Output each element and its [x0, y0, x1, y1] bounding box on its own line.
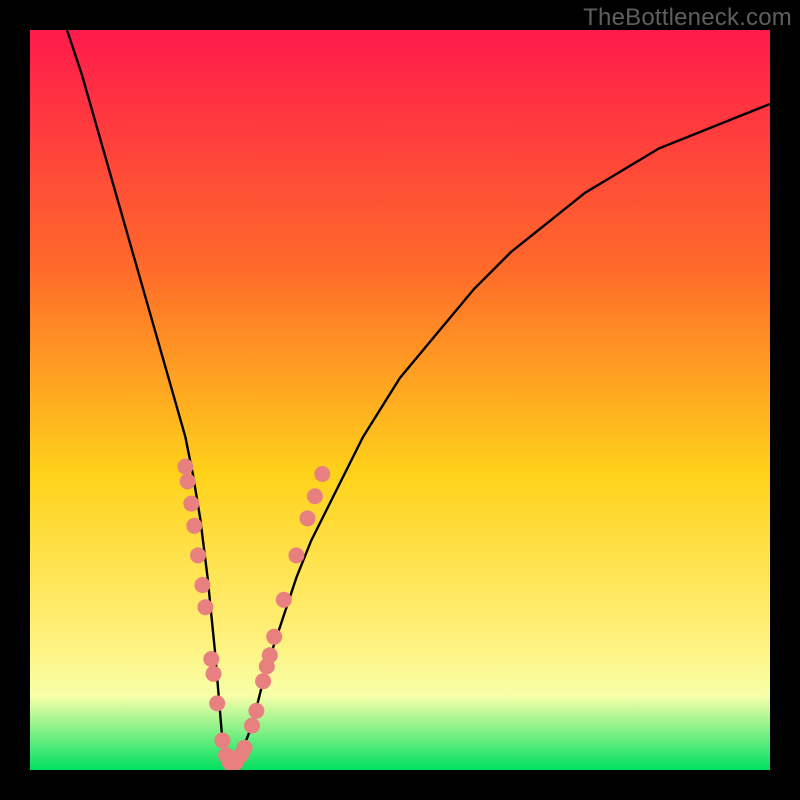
data-marker [244, 718, 260, 734]
watermark-text: TheBottleneck.com [583, 4, 792, 32]
data-marker [190, 547, 206, 563]
data-marker [248, 703, 264, 719]
data-marker [197, 599, 213, 615]
data-marker [206, 666, 222, 682]
data-marker [288, 547, 304, 563]
plot-svg [30, 30, 770, 770]
data-marker [203, 651, 219, 667]
data-marker [186, 518, 202, 534]
gradient-background [30, 30, 770, 770]
data-marker [255, 673, 271, 689]
data-marker [194, 577, 210, 593]
data-marker [209, 695, 225, 711]
data-marker [266, 629, 282, 645]
plot-area [30, 30, 770, 770]
data-marker [314, 466, 330, 482]
data-marker [183, 496, 199, 512]
data-marker [262, 647, 278, 663]
data-marker [300, 510, 316, 526]
data-marker [237, 740, 253, 756]
chart-frame: TheBottleneck.com [0, 0, 800, 800]
data-marker [307, 488, 323, 504]
data-marker [276, 592, 292, 608]
data-marker [177, 459, 193, 475]
data-marker [180, 473, 196, 489]
data-marker [214, 732, 230, 748]
